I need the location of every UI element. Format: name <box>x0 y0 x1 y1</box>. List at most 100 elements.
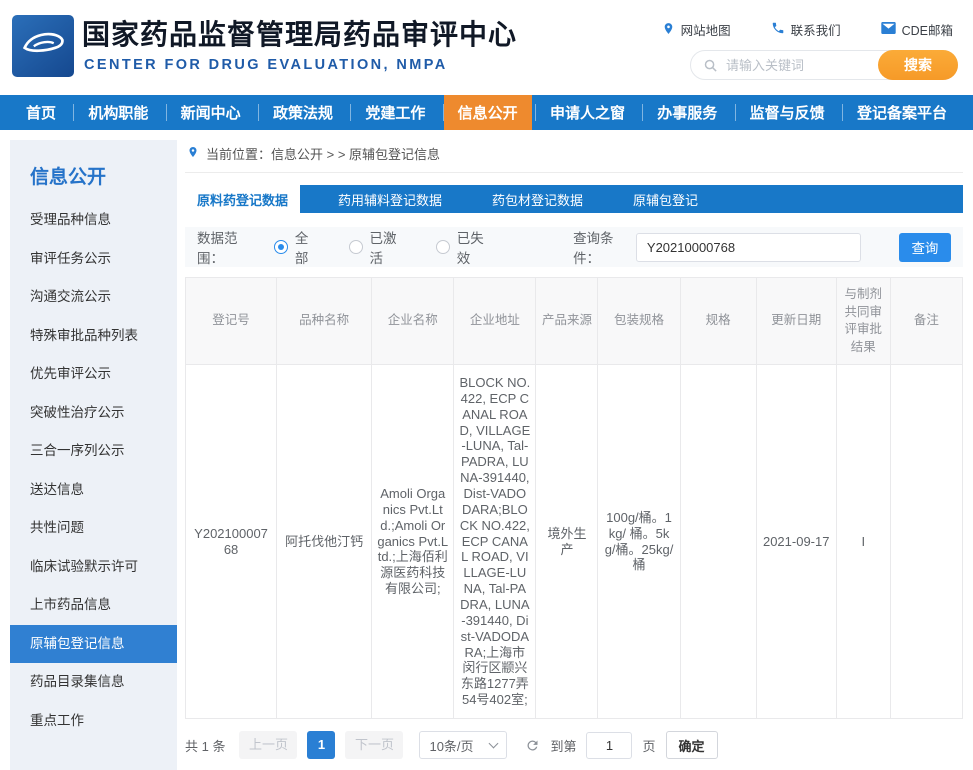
search-button[interactable]: 搜索 <box>878 50 958 80</box>
header-company-name: 企业名称 <box>372 278 454 365</box>
page-size-value: 10条/页 <box>429 736 473 755</box>
breadcrumb-pin-icon <box>187 145 199 162</box>
nav-item-services[interactable]: 办事服务 <box>643 95 731 130</box>
contact-label: 联系我们 <box>791 20 841 39</box>
radio-label-expired: 已失效 <box>457 227 493 267</box>
radio-option-all[interactable]: 全部 <box>274 227 319 267</box>
header-joint-review-result: 与制剂共同审评审批结果 <box>836 278 890 365</box>
site-search-bar: 搜索 <box>690 50 958 80</box>
nav-item-policy[interactable]: 政策法规 <box>259 95 347 130</box>
cell-joint-review-result: I <box>836 365 890 719</box>
sidebar-item-key-work[interactable]: 重点工作 <box>10 702 177 741</box>
search-icon <box>703 58 718 73</box>
cell-update-date: 2021-09-17 <box>756 365 836 719</box>
breadcrumb-text: 当前位置：信息公开 > > 原辅包登记信息 <box>206 144 440 163</box>
header-package-spec: 包装规格 <box>598 278 680 365</box>
sidebar-item-breakthrough-therapy-publicity[interactable]: 突破性治疗公示 <box>10 394 177 433</box>
sidebar-item-common-issues[interactable]: 共性问题 <box>10 509 177 548</box>
sidebar-item-review-task-publicity[interactable]: 审评任务公示 <box>10 240 177 279</box>
cell-product-source: 境外生产 <box>536 365 598 719</box>
mail-icon <box>881 22 896 37</box>
cell-registration-no: Y20210000768 <box>186 365 277 719</box>
table-row: Y20210000768 阿托伐他汀钙 Amoli Organics Pvt.L… <box>186 365 963 719</box>
sidebar-item-raw-aux-pack-registration-info[interactable]: 原辅包登记信息 <box>10 625 177 664</box>
cell-company-name: Amoli Organics Pvt.Ltd.;Amoli Organics P… <box>372 365 454 719</box>
next-page-button[interactable]: 下一页 <box>345 731 403 759</box>
sidebar-item-delivery-info[interactable]: 送达信息 <box>10 471 177 510</box>
cell-company-address: BLOCK NO.422, ECP CANAL ROAD, VILLAGE-LU… <box>454 365 536 719</box>
nav-item-organization[interactable]: 机构职能 <box>74 95 162 130</box>
cde-mail-label: CDE邮箱 <box>902 20 953 39</box>
sidebar-item-marketed-drug-info[interactable]: 上市药品信息 <box>10 586 177 625</box>
contact-link[interactable]: 联系我们 <box>771 20 841 39</box>
header-remark: 备注 <box>890 278 962 365</box>
tab-raw-aux-pack-registration[interactable]: 原辅包登记 <box>621 185 710 213</box>
tab-excipient-registration-data[interactable]: 药用辅料登记数据 <box>326 185 454 213</box>
nav-item-home[interactable]: 首页 <box>12 95 70 130</box>
data-tabs: 原料药登记数据 药用辅料登记数据 药包材登记数据 原辅包登记 <box>185 185 963 213</box>
main-nav: 首页 机构职能 新闻中心 政策法规 党建工作 信息公开 申请人之窗 办事服务 监… <box>0 95 973 130</box>
page-size-select[interactable]: 10条/页 <box>419 731 507 759</box>
header-product-name: 品种名称 <box>277 278 372 365</box>
site-subtitle: CENTER FOR DRUG EVALUATION, NMPA <box>84 57 448 73</box>
goto-page-input[interactable] <box>586 732 632 759</box>
sidebar-item-special-approval-list[interactable]: 特殊审批品种列表 <box>10 317 177 356</box>
main-content: 当前位置：信息公开 > > 原辅包登记信息 原料药登记数据 药用辅料登记数据 药… <box>185 140 963 770</box>
header-company-address: 企业地址 <box>454 278 536 365</box>
header-spec: 规格 <box>680 278 756 365</box>
sidebar-item-drug-catalog-info[interactable]: 药品目录集信息 <box>10 663 177 702</box>
tab-packaging-registration-data[interactable]: 药包材登记数据 <box>480 185 595 213</box>
nav-item-info-disclosure[interactable]: 信息公开 <box>444 95 532 130</box>
filter-bar: 数据范围： 全部 已激活 已失效 查询条件： 查询 <box>185 227 963 267</box>
cde-logo <box>12 15 74 77</box>
search-input[interactable] <box>718 58 878 73</box>
tab-api-registration-data[interactable]: 原料药登记数据 <box>185 185 300 213</box>
nav-item-party-building[interactable]: 党建工作 <box>351 95 439 130</box>
header-registration-no: 登记号 <box>186 278 277 365</box>
sidebar-item-priority-review-publicity[interactable]: 优先审评公示 <box>10 355 177 394</box>
chevron-down-icon <box>489 739 499 749</box>
pagination: 共 1 条 上一页 1 下一页 10条/页 到第 页 确定 <box>185 731 963 759</box>
cell-spec <box>680 365 756 719</box>
header-quick-links: 网站地图 联系我们 CDE邮箱 <box>662 20 953 39</box>
cell-remark <box>890 365 962 719</box>
site-header: 国家药品监督管理局药品审评中心 CENTER FOR DRUG EVALUATI… <box>0 0 973 95</box>
scope-label: 数据范围： <box>197 227 260 267</box>
page-number-1[interactable]: 1 <box>307 731 335 759</box>
breadcrumb: 当前位置：信息公开 > > 原辅包登记信息 <box>185 140 963 173</box>
radio-label-activated: 已激活 <box>370 227 406 267</box>
prev-page-button[interactable]: 上一页 <box>239 731 297 759</box>
cde-logo-icon <box>20 24 66 69</box>
sidebar-item-communication-publicity[interactable]: 沟通交流公示 <box>10 278 177 317</box>
radio-option-activated[interactable]: 已激活 <box>349 227 406 267</box>
goto-unit: 页 <box>642 736 655 755</box>
radio-selected-icon <box>274 240 288 254</box>
site-title: 国家药品监督管理局药品审评中心 <box>82 13 517 53</box>
nav-item-applicant-window[interactable]: 申请人之窗 <box>536 95 639 130</box>
sitemap-link[interactable]: 网站地图 <box>662 20 731 39</box>
map-pin-icon <box>662 21 675 39</box>
cell-product-name: 阿托伐他汀钙 <box>277 365 372 719</box>
table-header-row: 登记号 品种名称 企业名称 企业地址 产品来源 包装规格 规格 更新日期 与制剂… <box>186 278 963 365</box>
radio-option-expired[interactable]: 已失效 <box>436 227 493 267</box>
sidebar-item-accepted-variety-info[interactable]: 受理品种信息 <box>10 201 177 240</box>
radio-unselected-icon <box>349 240 363 254</box>
query-button[interactable]: 查询 <box>899 233 951 262</box>
nav-item-news[interactable]: 新闻中心 <box>167 95 255 130</box>
sidebar-item-clinical-trial-implied-license[interactable]: 临床试验默示许可 <box>10 548 177 587</box>
cell-package-spec: 100g/桶。1kg/ 桶。5kg/桶。25kg/桶 <box>598 365 680 719</box>
nav-item-supervision-feedback[interactable]: 监督与反馈 <box>736 95 839 130</box>
registration-data-table: 登记号 品种名称 企业名称 企业地址 产品来源 包装规格 规格 更新日期 与制剂… <box>185 277 963 719</box>
nav-item-registration-platform[interactable]: 登记备案平台 <box>843 95 961 130</box>
phone-icon <box>771 21 785 38</box>
sidebar-item-three-in-one-sequence-publicity[interactable]: 三合一序列公示 <box>10 432 177 471</box>
query-input[interactable] <box>636 233 861 262</box>
refresh-icon[interactable] <box>525 738 540 753</box>
goto-confirm-button[interactable]: 确定 <box>666 731 718 759</box>
goto-label: 到第 <box>550 736 576 755</box>
radio-unselected-icon <box>436 240 450 254</box>
pagination-total: 共 1 条 <box>185 736 225 755</box>
query-label: 查询条件： <box>573 227 636 267</box>
sidebar-title: 信息公开 <box>10 140 177 201</box>
cde-mail-link[interactable]: CDE邮箱 <box>881 20 953 39</box>
